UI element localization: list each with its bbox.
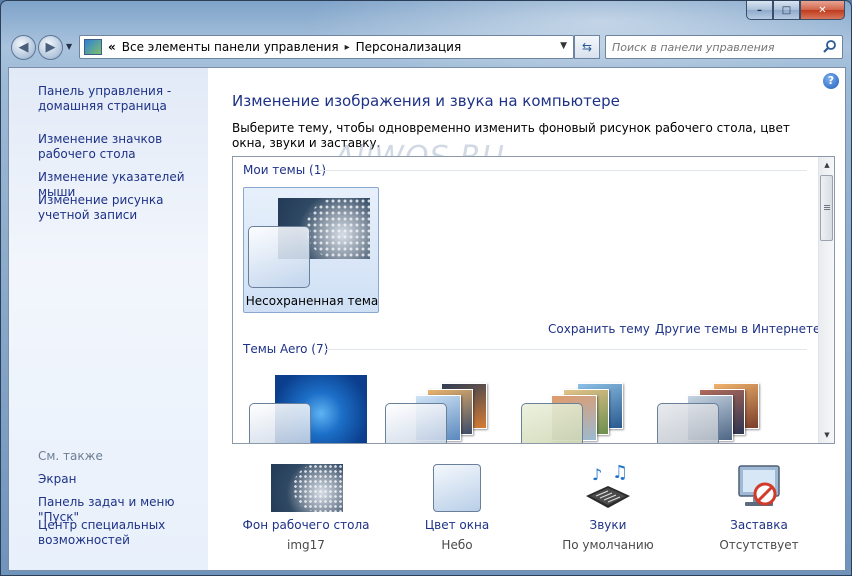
sounds-link[interactable]: Звуки [538,518,678,532]
refresh-button[interactable]: ⇆ [574,35,600,59]
themes-list: Мои темы (1) Несохраненная тема Сохранит… [232,156,835,444]
address-dropdown-icon[interactable]: ▼ [560,41,567,51]
caption-buttons: – □ ✕ [746,1,845,21]
forward-arrow-icon: ▶ [45,40,56,55]
search-input[interactable] [612,40,817,54]
back-arrow-icon: ◀ [18,40,29,55]
wallpaper-dot-pattern [306,198,370,259]
sidebar-link-desktop-icons[interactable]: Изменение значков рабочего стола [38,132,208,162]
svg-text:♪: ♪ [592,465,602,484]
client-area: Панель управления - домашняя страница Из… [8,67,846,571]
screensaver-value: Отсутствует [719,538,799,552]
desktop-background-icon[interactable] [271,464,343,512]
thumb-grip [824,207,830,208]
scroll-up-arrow-icon[interactable]: ▲ [819,157,834,173]
theme-window-color-swatch [521,403,583,443]
my-themes-group-label: Мои темы (1) [243,163,327,177]
breadcrumb-personalization[interactable]: Персонализация [356,40,462,54]
sounds-value: По умолчанию [562,538,654,552]
sounds-icon[interactable]: ♪ ♫ [582,464,634,512]
window-color-link[interactable]: Цвет окна [387,518,527,532]
aero-theme-characters[interactable] [517,375,643,443]
group-divider [317,170,807,171]
theme-tile-unsaved[interactable]: Несохраненная тема [243,187,379,313]
task-pane: Панель управления - домашняя страница Из… [9,68,208,570]
aero-theme-landscapes[interactable] [653,375,779,443]
page-description: Выберите тему, чтобы одновременно измени… [232,121,790,150]
wallpaper-dot-pattern [293,464,343,512]
desktop-background-link[interactable]: Фон рабочего стола [236,518,376,532]
see-also-heading: См. также [38,449,103,463]
back-button[interactable]: ◀ [11,35,36,60]
themes-scrollbar[interactable]: ▲ ▼ [818,157,834,443]
control-panel-icon [84,39,102,55]
theme-window-color-swatch [249,403,311,443]
more-themes-online-link[interactable]: Другие темы в Интернете [655,322,820,336]
breadcrumb-separator[interactable]: ▸ [345,42,350,53]
page-title: Изменение изображения и звука на компьют… [232,92,620,110]
aero-themes-group-label: Темы Aero (7) [243,342,329,356]
theme-window-color-swatch [657,403,719,443]
sidebar-link-ease-of-access[interactable]: Центр специальных возможностей [38,518,208,548]
search-icon[interactable] [822,39,838,55]
navigation-bar: ◀ ▶ ▼ « Все элементы панели управления ▸… [9,33,845,61]
scrollbar-thumb[interactable] [820,175,833,241]
sidebar-link-home[interactable]: Панель управления - домашняя страница [38,84,208,114]
sidebar-link-display[interactable]: Экран [38,472,208,487]
window-frame: – □ ✕ ◀ ▶ ▼ « Все элементы панели управл… [0,0,852,576]
group-divider [325,349,807,350]
search-box[interactable] [605,35,843,59]
window-color-value: Небо [441,538,473,552]
breadcrumb-all-items[interactable]: Все элементы панели управления [122,40,339,54]
refresh-icon: ⇆ [581,40,593,54]
save-theme-link[interactable]: Сохранить тему [548,322,650,336]
help-icon[interactable]: ? [823,73,839,89]
recent-pages-dropdown[interactable]: ▼ [66,42,72,51]
screensaver-icon[interactable] [733,464,785,512]
scroll-down-arrow-icon[interactable]: ▼ [819,427,834,443]
maximize-button[interactable]: □ [773,1,800,20]
aero-theme-windows7[interactable] [245,375,371,443]
address-chevron[interactable]: « [108,40,116,54]
sidebar-link-account-picture[interactable]: Изменение рисунка учетной записи [38,193,208,223]
screensaver-link[interactable]: Заставка [689,518,829,532]
aero-theme-architecture[interactable] [381,375,507,443]
forward-button[interactable]: ▶ [38,35,63,60]
address-bar[interactable]: « Все элементы панели управления ▸ Персо… [79,35,574,59]
window-color-icon[interactable] [433,464,481,512]
theme-window-color-swatch [248,226,310,288]
svg-text:♫: ♫ [612,464,628,483]
thumb-grip [824,209,830,210]
thumb-grip [824,205,830,206]
minimize-button[interactable]: – [746,1,773,20]
close-button[interactable]: ✕ [800,1,845,20]
desktop-background-value: img17 [287,538,325,552]
theme-tile-label: Несохраненная тема [245,294,379,308]
theme-window-color-swatch [385,403,447,443]
